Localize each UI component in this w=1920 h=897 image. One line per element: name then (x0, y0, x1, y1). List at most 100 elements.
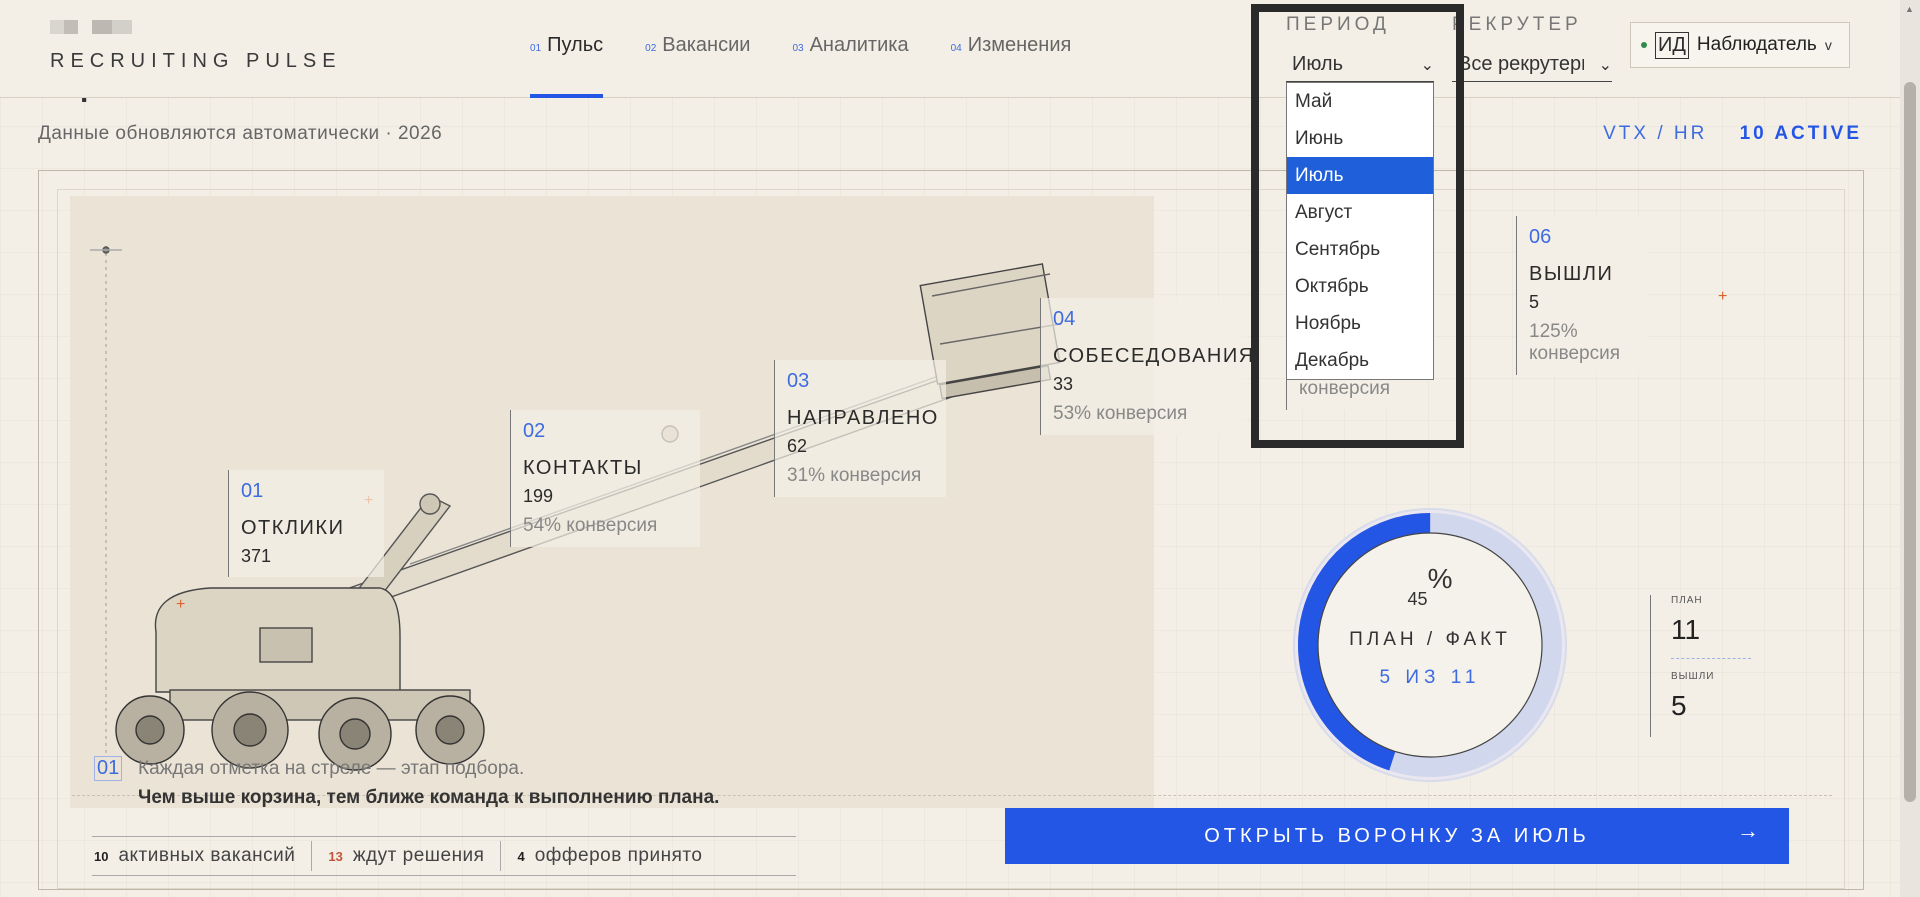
kpi-plan-label: ПЛАН (1671, 595, 1703, 606)
nav-label: Вакансии (662, 34, 751, 56)
nav-num: 01 (530, 43, 542, 54)
stage-title: ВЫШЛИ (1529, 263, 1614, 285)
period-option[interactable]: Май (1287, 83, 1433, 120)
nav-label: Аналитика (809, 34, 909, 56)
page-subtitle: Данные обновляются автоматически · 2026 (38, 123, 443, 144)
stage-count: 62 (787, 436, 808, 456)
stage-title: КОНТАКТЫ (523, 457, 643, 479)
gauge-percent: 45% (1290, 563, 1570, 610)
plus-mark-icon: + (176, 596, 186, 613)
logo-mark-icon (50, 20, 78, 34)
open-funnel-label: ОТКРЫТЬ ВОРОНКУ ЗА ИЮЛЬ (1204, 824, 1590, 847)
arrow-right-icon: → (1737, 818, 1763, 843)
period-select[interactable]: Июль ⌄ (1286, 48, 1434, 82)
role-name: Наблюдатель (1696, 34, 1817, 55)
org-summary: VTX / HR 10 ACTIVE (1603, 123, 1862, 145)
period-option[interactable]: Август (1287, 194, 1433, 231)
scroll-up-icon[interactable]: ▲ (1905, 4, 1914, 14)
nav-item-changes[interactable]: 04 Изменения (951, 34, 1072, 98)
logo-mark-icon (92, 20, 132, 34)
open-funnel-button[interactable]: ОТКРЫТЬ ВОРОНКУ ЗА ИЮЛЬ → (1005, 808, 1789, 864)
stage-number: 04 (1053, 308, 1076, 330)
stage-count: 33 (1053, 374, 1074, 394)
stage-number: 03 (787, 370, 810, 392)
nav-num: 02 (645, 43, 657, 54)
main-nav: 01 Пульс 02 Вакансии 03 Аналитика 04 Изм… (530, 34, 1071, 98)
period-select-value: Июль (1292, 53, 1344, 75)
stat-label: активных вакансий (118, 845, 296, 866)
nav-num: 04 (950, 43, 962, 54)
funnel-stage[interactable]: 06 ВЫШЛИ 5 125% конверсия (1516, 216, 1648, 375)
stage-conversion: 54% конверсия (523, 515, 658, 536)
period-option[interactable]: Сентябрь (1287, 231, 1433, 268)
stats-bar: 10 активных вакансий 13 ждут решения 4 о… (92, 836, 796, 876)
gauge-subtitle: 5 ИЗ 11 (1379, 667, 1481, 688)
recruiter-select[interactable]: Все рекрутеры ⌄ (1452, 48, 1612, 82)
period-option[interactable]: Ноябрь (1287, 305, 1433, 342)
chevron-down-icon: ⌄ (1598, 56, 1612, 74)
chevron-down-icon: v (1824, 37, 1832, 53)
period-dropdown-list: Май Июнь Июль Август Сентябрь Октябрь Ноябрь Де… (1286, 82, 1434, 380)
plus-mark-icon: + (1718, 288, 1728, 305)
active-count: 10 ACTIVE (1739, 123, 1862, 144)
nav-num: 03 (792, 43, 804, 54)
caption-emphasis: Чем выше корзина, тем ближе команда к вы… (138, 787, 720, 808)
period-option[interactable]: Октябрь (1287, 268, 1433, 305)
brand-name: RECRUITING PULSE (50, 50, 342, 72)
nav-label: Изменения (967, 34, 1072, 56)
stage-number: 06 (1529, 226, 1552, 248)
gauge-center: 45% ПЛАН / ФАКТ 5 ИЗ 11 (1290, 505, 1570, 785)
online-status-icon (1641, 42, 1647, 48)
funnel-stage[interactable]: 02 КОНТАКТЫ 199 54% конверсия (510, 410, 700, 547)
stat-offers-accepted[interactable]: 4 офферов принято (501, 841, 718, 871)
funnel-stage[interactable]: конверсия (1286, 376, 1426, 410)
period-option[interactable]: Декабрь (1287, 342, 1433, 379)
gauge-title: ПЛАН / ФАКТ (1349, 629, 1511, 650)
stage-conversion: 125% конверсия (1529, 321, 1621, 364)
stage-count: 5 (1529, 292, 1540, 312)
stage-number: 02 (523, 420, 546, 442)
stat-number: 10 (94, 848, 109, 864)
kpi-done-label: ВЫШЛИ (1671, 671, 1715, 682)
stat-number: 13 (328, 848, 343, 864)
scrollbar[interactable]: ▲ (1900, 0, 1920, 897)
stage-conversion: конверсия (1299, 378, 1391, 399)
nav-label: Пульс (547, 34, 604, 56)
chevron-down-icon: ⌄ (1420, 56, 1434, 74)
stat-label: офферов принято (534, 845, 703, 866)
logo-marks (50, 20, 132, 34)
funnel-stage[interactable]: 04 СОБЕСЕДОВАНИЯ 33 53% конверсия (1040, 298, 1255, 435)
caption-number: 01 (94, 756, 123, 781)
period-option[interactable]: Июль (1287, 157, 1433, 194)
stat-active-vacancies[interactable]: 10 активных вакансий (92, 841, 313, 871)
funnel-stage[interactable]: 03 НАПРАВЛЕНО 62 31% конверсия (774, 360, 946, 497)
nav-item-pulse[interactable]: 01 Пульс (530, 34, 604, 98)
recruiter-select-value: Все рекрутеры (1458, 53, 1584, 75)
stage-number: 01 (241, 480, 264, 502)
gauge-percent-value: 45 (1407, 589, 1428, 609)
stage-count: 199 (523, 486, 554, 506)
org-code: VTX / HR (1603, 123, 1708, 144)
kpi-done-value: 5 (1671, 690, 1687, 721)
stage-count: 371 (241, 546, 272, 566)
stat-number: 4 (517, 848, 525, 864)
stage-title: ОТКЛИКИ (241, 517, 345, 539)
stat-label: ждут решения (352, 845, 485, 866)
nav-item-analytics[interactable]: 03 Аналитика (792, 34, 908, 98)
stat-pending-decisions[interactable]: 13 ждут решения (312, 841, 502, 871)
stage-title: СОБЕСЕДОВАНИЯ (1053, 345, 1255, 367)
scrollbar-thumb[interactable] (1904, 82, 1916, 802)
period-option[interactable]: Июнь (1287, 120, 1433, 157)
kpi-plan-value: 11 (1671, 614, 1701, 645)
top-header: RECRUITING PULSE 01 Пульс 02 Вакансии 03… (0, 0, 1900, 98)
role-switcher[interactable]: ИД Наблюдатель v (1630, 22, 1850, 68)
plan-fact-gauge: 45% ПЛАН / ФАКТ 5 ИЗ 11 (1290, 505, 1570, 785)
nav-item-vacancies[interactable]: 02 Вакансии (645, 34, 750, 98)
stage-conversion: 53% конверсия (1053, 403, 1188, 424)
plan-kpi: ПЛАН 11 ВЫШЛИ 5 (1650, 595, 1756, 737)
caption-text: Каждая отметка на стреле — этап подбора. (138, 758, 525, 779)
avatar: ИД (1655, 31, 1689, 59)
period-label: ПЕРИОД (1286, 14, 1390, 35)
divider (1671, 658, 1751, 659)
funnel-stage[interactable]: 01 ОТКЛИКИ 371 (228, 470, 384, 577)
